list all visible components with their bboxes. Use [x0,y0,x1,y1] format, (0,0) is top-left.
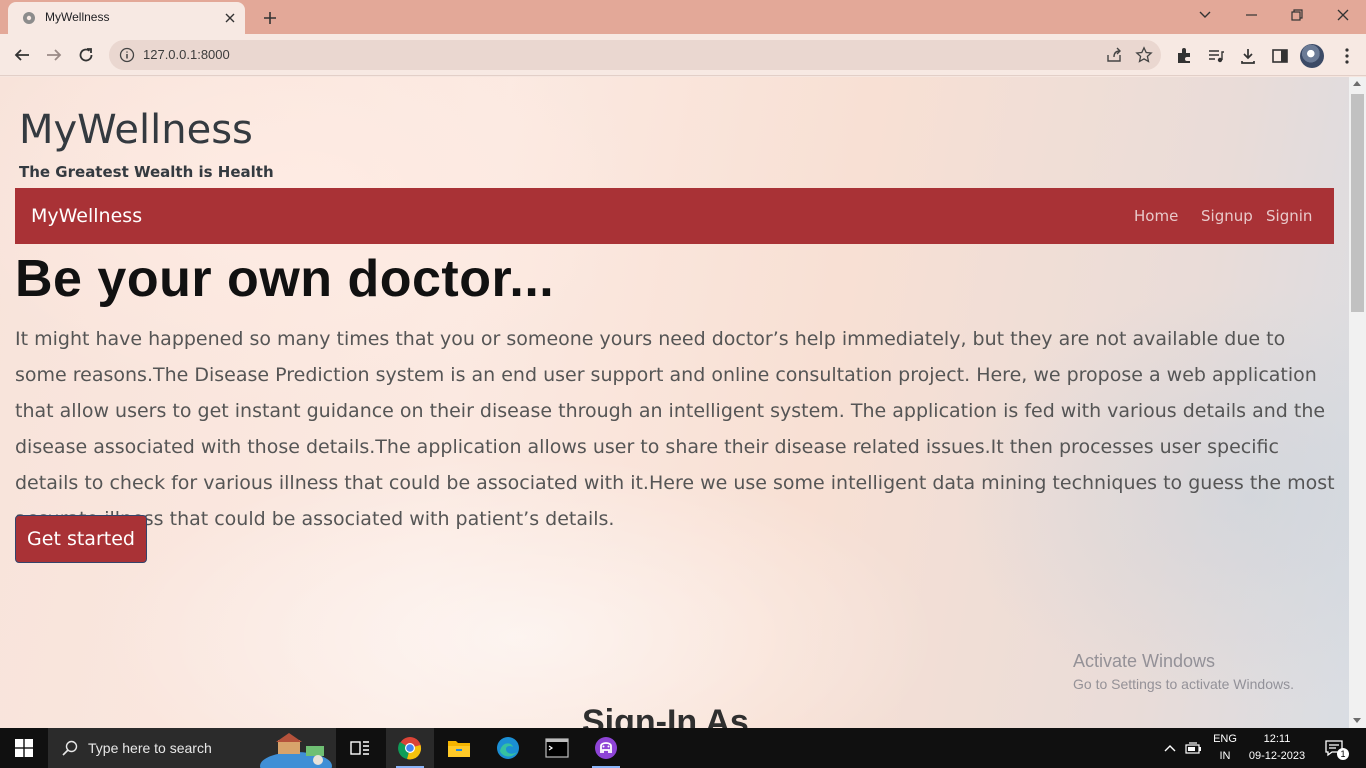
url-text[interactable]: 127.0.0.1:8000 [143,47,230,62]
address-bar[interactable]: 127.0.0.1:8000 [109,40,1161,70]
taskbar-search-box[interactable]: Type here to search [48,728,336,768]
back-icon[interactable] [8,41,36,69]
download-icon[interactable] [1237,45,1259,67]
search-placeholder: Type here to search [88,740,212,756]
hero-description: It might have happened so many times tha… [15,328,1335,530]
site-tagline: The Greatest Wealth is Health [19,163,274,181]
reload-icon[interactable] [72,41,100,69]
forward-icon[interactable] [40,41,68,69]
chevron-up-icon[interactable] [1158,728,1182,768]
extensions-icon[interactable] [1173,45,1195,67]
browser-tab[interactable]: MyWellness [8,2,245,34]
github-desktop-icon[interactable] [582,728,630,768]
network-battery-icon[interactable] [1182,728,1206,768]
more-menu-icon[interactable] [1336,45,1358,67]
site-info-icon[interactable] [119,47,135,63]
get-started-button[interactable]: Get started [15,515,147,563]
region-indicator[interactable]: IN [1210,750,1240,762]
share-icon[interactable] [1105,46,1123,68]
bookmark-star-icon[interactable] [1135,46,1153,68]
activation-watermark-title: Activate Windows [1073,651,1216,671]
media-controls-icon[interactable] [1205,45,1227,67]
page-scrollbar[interactable] [1349,77,1366,728]
scroll-up-arrow-icon[interactable] [1353,81,1361,86]
site-title: MyWellness [19,107,253,153]
navbar-brand-link[interactable]: MyWellness [31,205,142,227]
windows-start-icon[interactable] [0,728,48,768]
notification-count-badge: 1 [1337,748,1349,760]
close-tab-icon[interactable] [221,9,239,27]
clock-date[interactable]: 09-12-2023 [1244,750,1310,762]
signin-as-heading: Sign-In As [582,703,749,728]
terminal-icon[interactable] [533,728,581,768]
activation-watermark-text: Go to Settings to activate Windows. [1073,676,1294,692]
nav-link-signin[interactable]: Signin [1266,207,1312,225]
file-explorer-icon[interactable] [435,728,483,768]
globe-icon [23,12,35,24]
tab-title: MyWellness [45,10,110,24]
close-window-icon[interactable] [1320,0,1366,30]
hero-title: Be your own doctor... [15,250,555,308]
restore-icon[interactable] [1274,0,1320,30]
nav-link-home[interactable]: Home [1134,207,1178,225]
edge-browser-icon[interactable] [484,728,532,768]
scrollbar-thumb[interactable] [1351,94,1364,312]
new-tab-icon[interactable] [258,6,282,30]
task-view-icon[interactable] [336,728,384,768]
browser-toolbar: 127.0.0.1:8000 [0,34,1366,76]
nav-link-signup[interactable]: Signup [1201,207,1253,225]
clock-time[interactable]: 12:11 [1244,733,1310,745]
language-indicator[interactable]: ENG [1210,733,1240,745]
scroll-down-arrow-icon[interactable] [1353,718,1361,723]
chrome-taskbar-icon[interactable] [386,728,434,768]
main-navbar: MyWellness Home Signup Signin [15,188,1334,244]
profile-avatar[interactable] [1300,44,1324,68]
search-icon [62,740,78,756]
browser-tabstrip: MyWellness [0,0,1366,34]
side-panel-icon[interactable] [1269,45,1291,67]
minimize-icon[interactable] [1228,0,1274,30]
page-viewport: MyWellness The Greatest Wealth is Health… [0,77,1349,728]
tab-search-icon[interactable] [1182,0,1228,30]
search-highlight-illustration-icon [260,733,332,768]
windows-taskbar: Type here to search ENG IN 12:11 09-12-2… [0,728,1366,768]
notification-center-icon[interactable]: 1 [1318,728,1350,768]
